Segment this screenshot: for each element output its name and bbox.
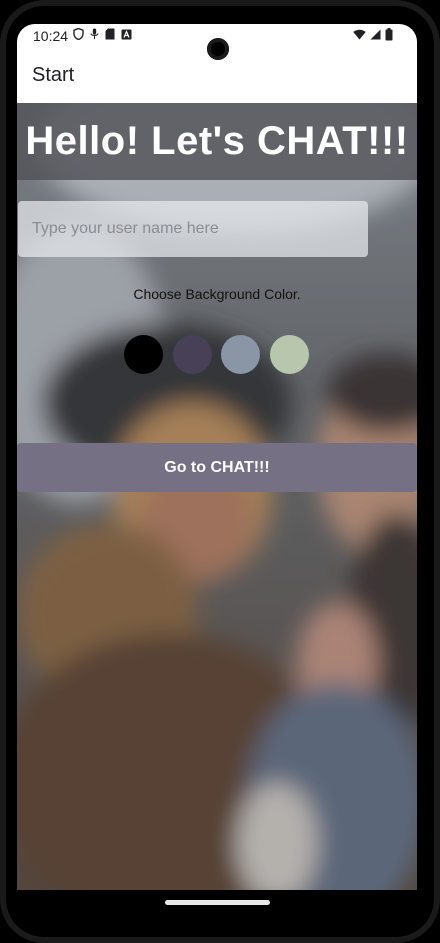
username-input[interactable] xyxy=(18,201,368,257)
phone-frame: 10:24 Start Hello! Let's CHAT!!! Type yo… xyxy=(0,0,440,943)
signal-icon xyxy=(370,29,381,40)
a-box-icon xyxy=(121,29,132,39)
sd-card-icon xyxy=(105,28,115,40)
go-to-chat-button[interactable]: Go to CHAT!!! xyxy=(17,443,417,492)
home-gesture-bar[interactable] xyxy=(165,900,270,905)
color-option-sage[interactable] xyxy=(270,335,309,374)
status-icons-left xyxy=(73,28,132,40)
battery-icon xyxy=(385,28,393,41)
status-time: 10:24 xyxy=(33,28,69,44)
screen: 10:24 Start Hello! Let's CHAT!!! Type yo… xyxy=(17,24,417,890)
status-icons-right xyxy=(353,28,393,41)
color-option-black[interactable] xyxy=(124,335,163,374)
front-camera xyxy=(207,38,229,60)
start-screen-content: Hello! Let's CHAT!!! Choose Background C… xyxy=(17,103,417,890)
app-bar-title: Start xyxy=(32,64,75,86)
color-option-gray-blue[interactable] xyxy=(221,335,260,374)
page-title: Hello! Let's CHAT!!! xyxy=(25,119,409,163)
navigation-bar xyxy=(0,890,440,920)
shield-icon xyxy=(73,28,84,40)
wifi-icon xyxy=(353,29,366,40)
color-option-purple[interactable] xyxy=(173,335,212,374)
color-options xyxy=(124,335,324,375)
mic-icon xyxy=(90,28,99,39)
choose-color-label: Choose Background Color. xyxy=(133,286,301,302)
